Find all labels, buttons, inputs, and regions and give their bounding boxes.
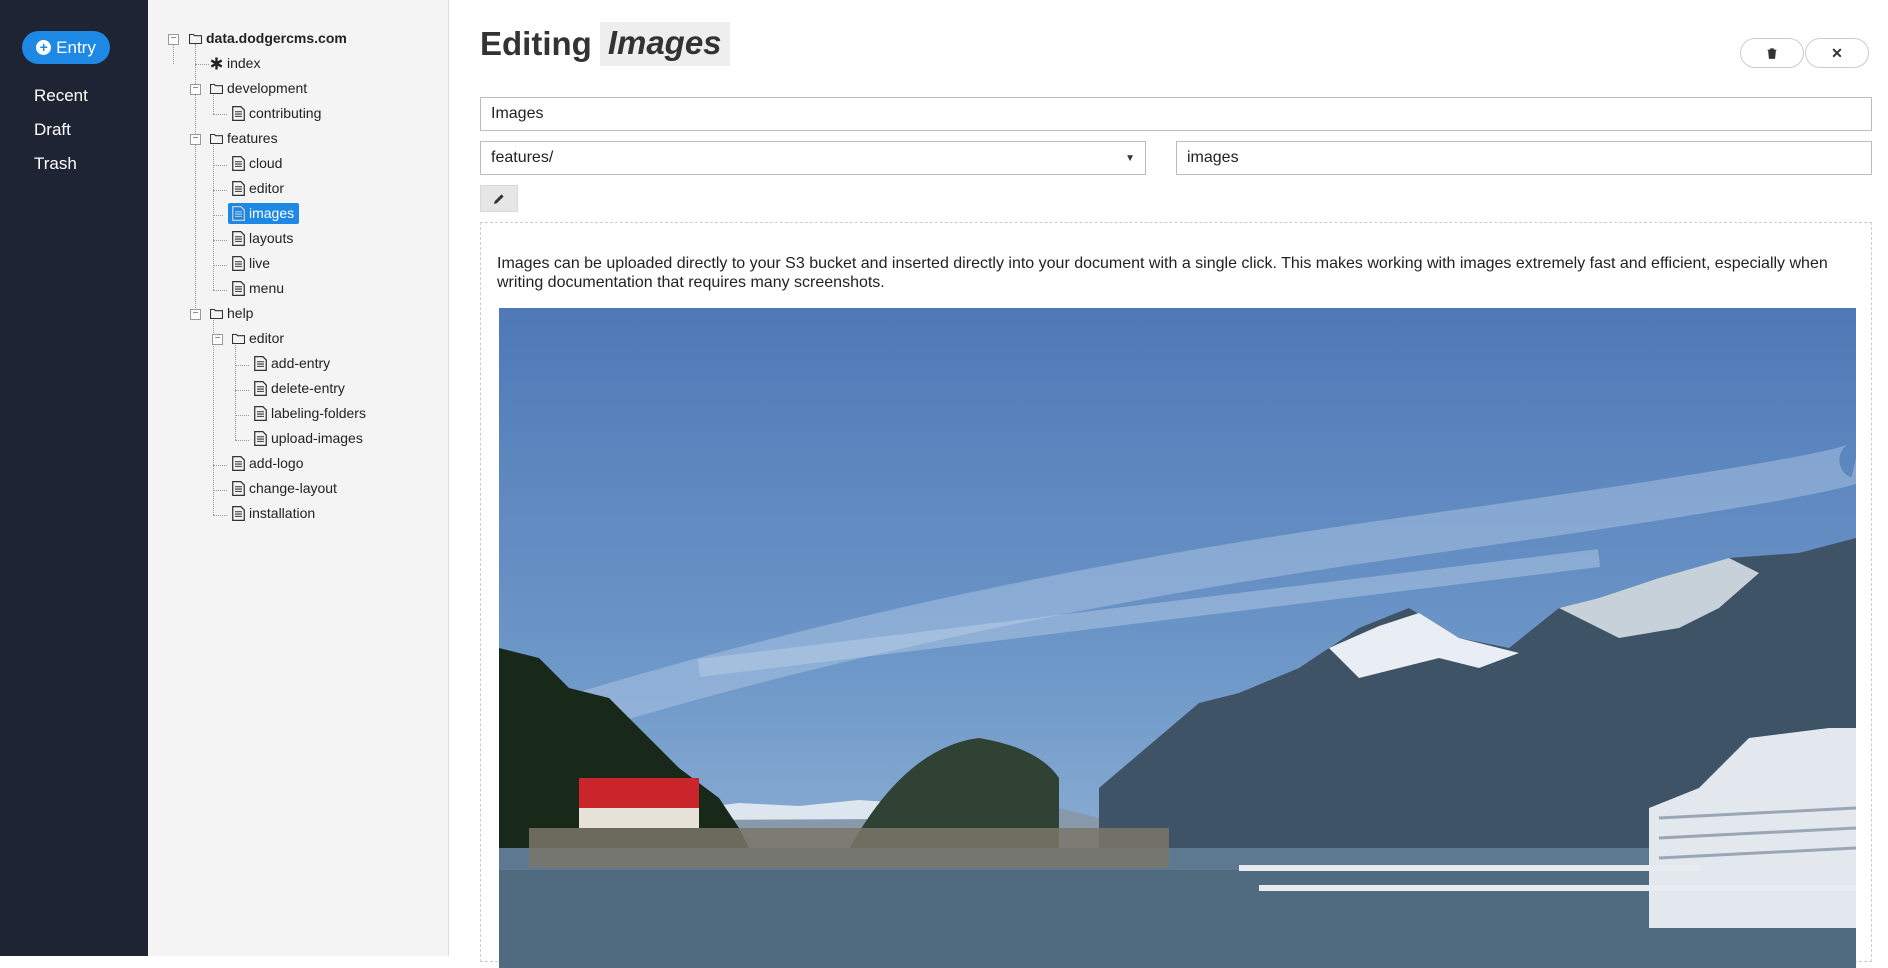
tree-item-installation[interactable]: installation — [232, 503, 320, 524]
tree-line — [213, 165, 227, 166]
file-icon — [232, 106, 245, 121]
content-preview[interactable]: Images can be uploaded directly to your … — [480, 222, 1872, 968]
tree-folder-development[interactable]: development — [210, 78, 312, 99]
folder-icon — [210, 81, 223, 96]
tree-item-layouts[interactable]: layouts — [232, 228, 298, 249]
tree-line — [213, 465, 227, 466]
tree-toggle[interactable]: − — [168, 34, 179, 45]
file-icon — [232, 456, 245, 471]
tree-toggle[interactable]: − — [212, 334, 223, 345]
tree-toggle[interactable]: − — [190, 309, 201, 320]
delete-entry-button[interactable] — [1740, 38, 1804, 68]
editor-pane: Editing Images ✕ Images features/ ▼ imag… — [449, 0, 1888, 968]
nav-link-draft[interactable]: Draft — [34, 120, 71, 140]
close-icon: ✕ — [1831, 44, 1843, 61]
file-icon — [232, 281, 245, 296]
tree-line — [213, 114, 227, 115]
tree-line — [213, 290, 227, 291]
tree-line — [235, 415, 249, 416]
nav-link-trash[interactable]: Trash — [34, 154, 77, 174]
tree-toggle[interactable]: − — [190, 84, 201, 95]
tree-item-contributing[interactable]: contributing — [232, 103, 326, 124]
app-nav: + Entry Recent Draft Trash — [0, 0, 148, 956]
trash-icon — [1767, 47, 1777, 59]
page-title: Editing Images — [480, 22, 730, 66]
harbor-photo — [499, 308, 1856, 968]
edit-markdown-button[interactable] — [480, 185, 518, 212]
folder-icon — [210, 131, 223, 146]
folder-select-value: features/ — [491, 149, 554, 166]
tree-line — [213, 190, 227, 191]
file-icon — [254, 356, 267, 371]
entry-title-input[interactable]: Images — [480, 97, 1872, 131]
tree-line — [235, 365, 249, 366]
entry-slug-input[interactable]: images — [1176, 141, 1872, 175]
file-icon — [254, 406, 267, 421]
tree-item-index[interactable]: index — [210, 53, 265, 74]
new-entry-label: Entry — [56, 37, 96, 57]
tree-line — [235, 345, 236, 440]
caret-down-icon: ▼ — [1125, 152, 1135, 164]
tree-item-labeling-folders[interactable]: labeling-folders — [254, 403, 371, 424]
folder-icon — [210, 306, 223, 321]
file-icon — [232, 156, 245, 171]
pencil-icon — [494, 193, 504, 204]
tree-line — [235, 390, 249, 391]
file-icon — [254, 381, 267, 396]
folder-icon — [189, 31, 202, 46]
tree-folder-help[interactable]: help — [210, 303, 258, 324]
file-icon — [254, 431, 267, 446]
asterisk-icon — [210, 56, 223, 71]
content-paragraph: Images can be uploaded directly to your … — [497, 255, 1828, 291]
page-title-entry-name: Images — [599, 22, 730, 66]
tree-item-add-logo[interactable]: add-logo — [232, 453, 309, 474]
tree-item-change-layout[interactable]: change-layout — [232, 478, 342, 499]
file-icon — [232, 231, 245, 246]
tree-line — [213, 145, 214, 290]
tree-line — [213, 265, 227, 266]
folder-icon — [232, 331, 245, 346]
tree-item-menu[interactable]: menu — [232, 278, 289, 299]
close-editor-button[interactable]: ✕ — [1805, 38, 1869, 68]
folder-select[interactable]: features/ ▼ — [480, 141, 1146, 175]
tree-root[interactable]: data.dodgercms.com — [189, 28, 352, 49]
file-icon — [232, 181, 245, 196]
nav-link-recent[interactable]: Recent — [34, 86, 88, 106]
tree-line — [213, 215, 223, 216]
tree-item-cloud[interactable]: cloud — [232, 153, 287, 174]
content-tree: − − − − − data.dodgercms.com index devel… — [148, 0, 449, 956]
file-icon — [232, 206, 245, 221]
tree-folder-help-editor[interactable]: editor — [232, 328, 289, 349]
tree-item-delete-entry[interactable]: delete-entry — [254, 378, 350, 399]
tree-line — [213, 240, 227, 241]
file-icon — [232, 506, 245, 521]
tree-toggle[interactable]: − — [190, 134, 201, 145]
tree-line — [235, 440, 249, 441]
plus-circle-icon: + — [36, 40, 52, 55]
tree-item-add-entry[interactable]: add-entry — [254, 353, 335, 374]
tree-line — [213, 515, 227, 516]
tree-line — [173, 44, 174, 64]
tree-line — [195, 64, 209, 65]
tree-folder-features[interactable]: features — [210, 128, 283, 149]
page-title-prefix: Editing — [480, 25, 592, 62]
tree-item-editor[interactable]: editor — [232, 178, 289, 199]
file-icon — [232, 256, 245, 271]
tree-item-images[interactable]: images — [228, 203, 300, 224]
tree-line — [213, 490, 227, 491]
file-icon — [232, 481, 245, 496]
tree-item-live[interactable]: live — [232, 253, 275, 274]
new-entry-button[interactable]: + Entry — [22, 31, 110, 64]
tree-item-upload-images[interactable]: upload-images — [254, 428, 368, 449]
tree-line — [213, 320, 214, 515]
